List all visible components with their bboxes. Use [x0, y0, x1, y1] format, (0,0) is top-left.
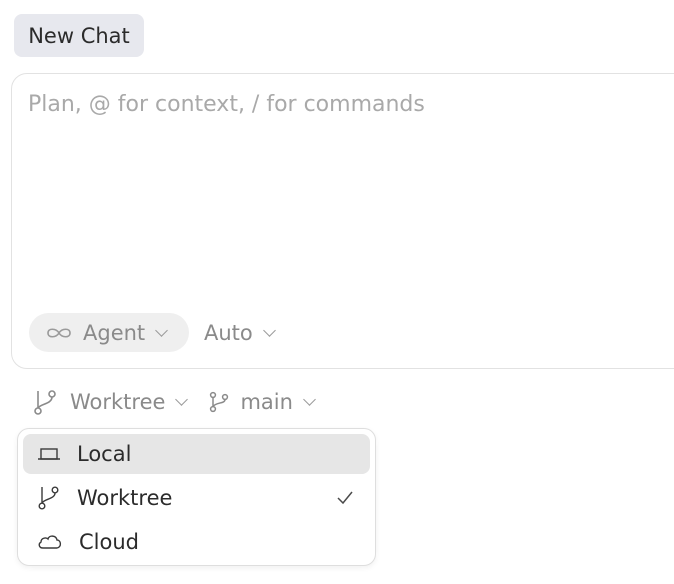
- tab-label: New Chat: [28, 23, 130, 48]
- git-fork-icon: [37, 485, 61, 511]
- model-selector-button[interactable]: Auto: [204, 313, 276, 352]
- mode-selector-button[interactable]: Agent: [29, 313, 189, 352]
- composer-box[interactable]: Agent Auto: [11, 73, 674, 369]
- git-branch-icon: [208, 391, 230, 413]
- composer-input[interactable]: [28, 92, 668, 117]
- menu-item-label: Worktree: [77, 486, 173, 510]
- environment-dropdown-menu: Local Worktree Cloud: [17, 428, 376, 566]
- chevron-down-icon: [175, 393, 189, 406]
- chevron-down-icon: [155, 323, 169, 337]
- composer-footer: Worktree main: [32, 385, 336, 419]
- branch-selector-button[interactable]: main: [208, 390, 316, 414]
- git-fork-icon: [32, 388, 60, 416]
- chevron-down-icon: [262, 323, 276, 337]
- environment-label: Worktree: [70, 390, 166, 414]
- laptop-icon: [37, 444, 61, 464]
- menu-item-label: Cloud: [79, 530, 139, 554]
- branch-label: main: [240, 390, 293, 414]
- menu-item-cloud[interactable]: Cloud: [23, 522, 370, 562]
- menu-item-local[interactable]: Local: [23, 434, 370, 474]
- mode-label: Agent: [83, 320, 146, 345]
- model-label: Auto: [204, 320, 253, 345]
- environment-selector-button[interactable]: Worktree: [32, 388, 189, 416]
- checkmark-icon: [336, 490, 354, 506]
- menu-item-worktree[interactable]: Worktree: [23, 478, 370, 518]
- menu-item-label: Local: [77, 442, 132, 466]
- chevron-down-icon: [303, 393, 316, 406]
- infinity-icon: [45, 325, 73, 341]
- tab-new-chat[interactable]: New Chat: [14, 14, 144, 57]
- chat-panel: New Chat Agent Auto: [0, 0, 674, 584]
- cloud-icon: [37, 532, 63, 552]
